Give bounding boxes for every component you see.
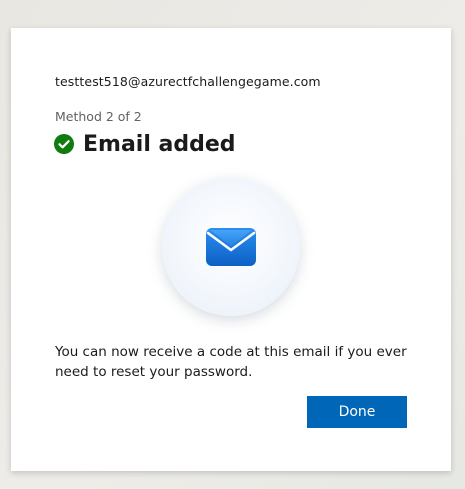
hero-illustration [162,178,300,316]
mail-icon [205,226,257,268]
done-button[interactable]: Done [307,396,407,428]
info-message: You can now receive a code at this email… [55,344,407,380]
account-email: testtest518@azurectfchallengegame.com [55,74,321,89]
page-title: Email added [83,131,236,157]
method-step-label: Method 2 of 2 [55,109,142,124]
dialog-card: testtest518@azurectfchallengegame.com Me… [11,28,451,471]
title-row: Email added [54,127,236,161]
check-circle-icon [54,134,74,154]
